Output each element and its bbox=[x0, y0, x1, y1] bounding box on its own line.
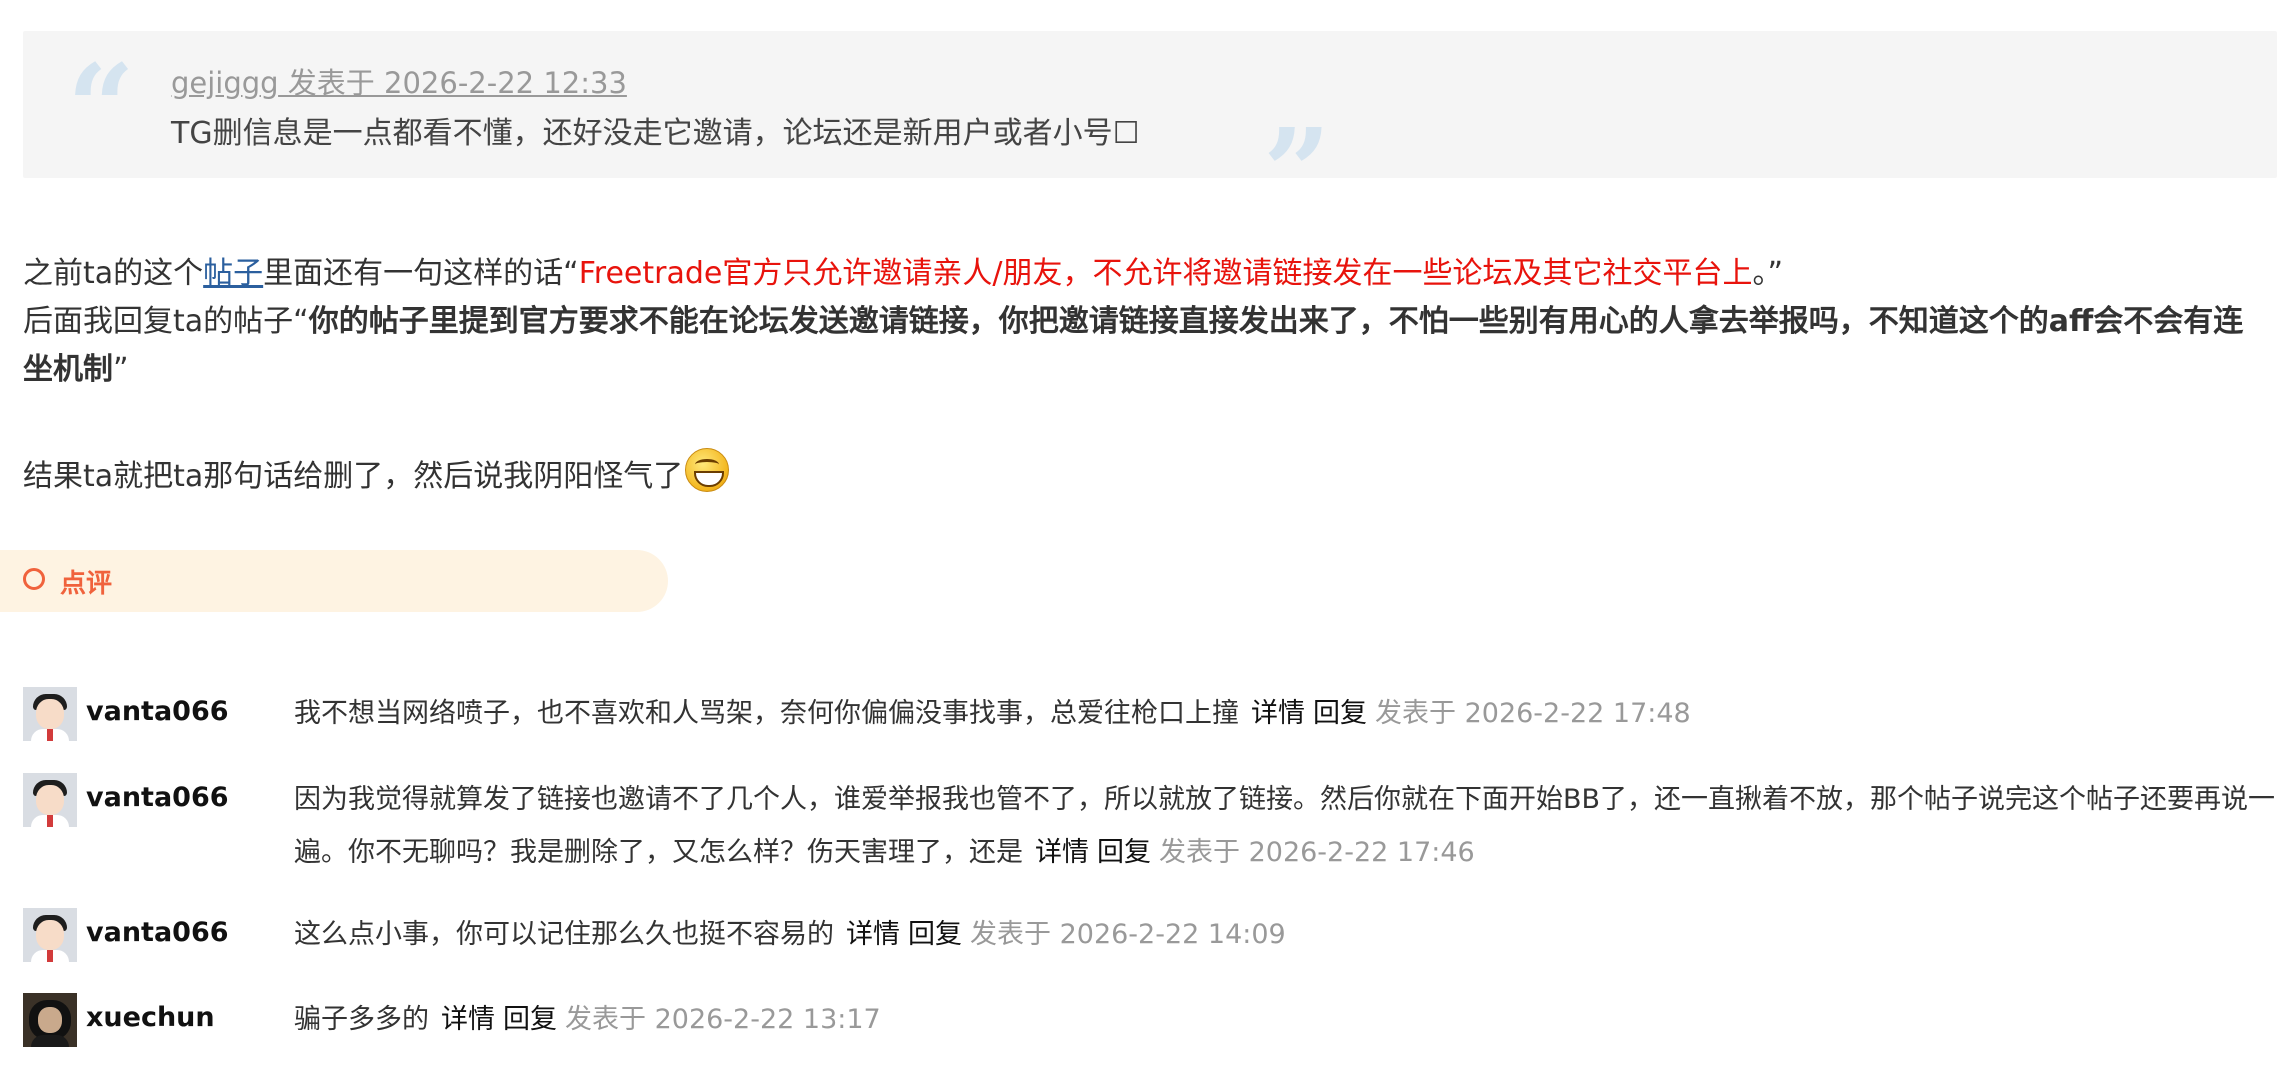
reply-link[interactable]: 回复 bbox=[908, 919, 962, 950]
quote-block: “ gejiggg 发表于 2026-2-22 12:33 TG删信息是一点都看… bbox=[23, 31, 2277, 231]
post-text: 之前ta的这个 bbox=[23, 256, 204, 291]
avatar[interactable] bbox=[23, 687, 77, 741]
post-paragraph-3: 结果ta就把ta那句话给删了，然后说我阴阳怪气了 bbox=[23, 448, 730, 501]
grin-emoji-icon bbox=[685, 448, 730, 492]
bold-quote: 你的帖子里提到官方要求不能在论坛发送邀请链接，你把邀请链接直接发出来了，不怕一些… bbox=[23, 304, 2244, 387]
highlighted-quote: Freetrade官方只允许邀请亲人/朋友，不允许将邀请链接发在一些论坛及其它社… bbox=[578, 256, 1753, 291]
comment-timestamp: 发表于 2026-2-22 17:46 bbox=[1159, 837, 1475, 868]
post-paragraph-2: 后面我回复ta的帖子“你的帖子里提到官方要求不能在论坛发送邀请链接，你把邀请链接… bbox=[23, 298, 2273, 394]
comment-timestamp: 发表于 2026-2-22 13:17 bbox=[565, 1004, 881, 1035]
quote-author[interactable]: gejiggg bbox=[171, 66, 279, 100]
close-quote-icon: ” bbox=[1263, 102, 1331, 241]
comment-username[interactable]: vanta066 bbox=[86, 917, 229, 948]
comment-body: 这么点小事，你可以记住那么久也挺不容易的 详情 回复 发表于 2026-2-22 14… bbox=[294, 908, 2279, 961]
comment-text: 骗子多多的 bbox=[294, 1004, 429, 1035]
post-text: 后面我回复ta的帖子“ bbox=[23, 304, 309, 339]
post-text: 里面还有一句这样的话“ bbox=[263, 256, 579, 291]
open-quote-icon: “ bbox=[67, 38, 135, 177]
comment-username[interactable]: xuechun bbox=[86, 1002, 215, 1033]
post-text: 。” bbox=[1752, 256, 1783, 291]
circle-icon bbox=[23, 568, 45, 590]
post-link[interactable]: 帖子 bbox=[203, 256, 263, 291]
quote-timestamp[interactable]: 发表于 2026-2-22 12:33 bbox=[279, 66, 627, 100]
comment-text: 这么点小事，你可以记住那么久也挺不容易的 bbox=[294, 919, 834, 950]
comment-timestamp: 发表于 2026-2-22 14:09 bbox=[970, 919, 1286, 950]
comment-username[interactable]: vanta066 bbox=[86, 696, 229, 727]
post-text: 结果ta就把ta那句话给删了，然后说我阴阳怪气了 bbox=[23, 459, 684, 494]
review-title: 点评 bbox=[60, 569, 113, 599]
quote-text: TG删信息是一点都看不懂，还好没走它邀请，论坛还是新用户或者小号☐ bbox=[171, 116, 1140, 151]
comment-text: 我不想当网络喷子，也不喜欢和人骂架，奈何你偏偏没事找事，总爱往枪口上撞 bbox=[294, 698, 1239, 729]
post-text: ” bbox=[113, 352, 129, 387]
avatar[interactable] bbox=[23, 773, 77, 827]
review-header: 点评 bbox=[0, 550, 668, 612]
detail-link[interactable]: 详情 bbox=[1251, 698, 1305, 729]
detail-link[interactable]: 详情 bbox=[846, 919, 900, 950]
comment-body: 我不想当网络喷子，也不喜欢和人骂架，奈何你偏偏没事找事，总爱往枪口上撞 详情 回复发… bbox=[294, 687, 2279, 740]
comment-username[interactable]: vanta066 bbox=[86, 782, 229, 813]
comment-body: 骗子多多的 详情 回复 发表于 2026-2-22 13:17 bbox=[294, 993, 2279, 1046]
reply-link[interactable]: 回复 bbox=[503, 1004, 557, 1035]
quote-meta[interactable]: gejiggg 发表于 2026-2-22 12:33 bbox=[171, 60, 627, 102]
avatar[interactable] bbox=[23, 908, 77, 962]
avatar[interactable] bbox=[23, 993, 77, 1047]
post-paragraph-1: 之前ta的这个帖子里面还有一句这样的话“Freetrade官方只允许邀请亲人/朋… bbox=[23, 250, 1783, 298]
reply-link[interactable]: 回复 bbox=[1097, 837, 1151, 868]
detail-link[interactable]: 详情 bbox=[441, 1004, 495, 1035]
comment-body: 因为我觉得就算发了链接也邀请不了几个人，谁爱举报我也管不了，所以就放了链接。然后… bbox=[294, 773, 2279, 879]
comment-timestamp: 发表于 2026-2-22 17:48 bbox=[1375, 698, 1691, 729]
detail-link[interactable]: 详情 bbox=[1035, 837, 1089, 868]
reply-link[interactable]: 回复 bbox=[1313, 698, 1367, 729]
